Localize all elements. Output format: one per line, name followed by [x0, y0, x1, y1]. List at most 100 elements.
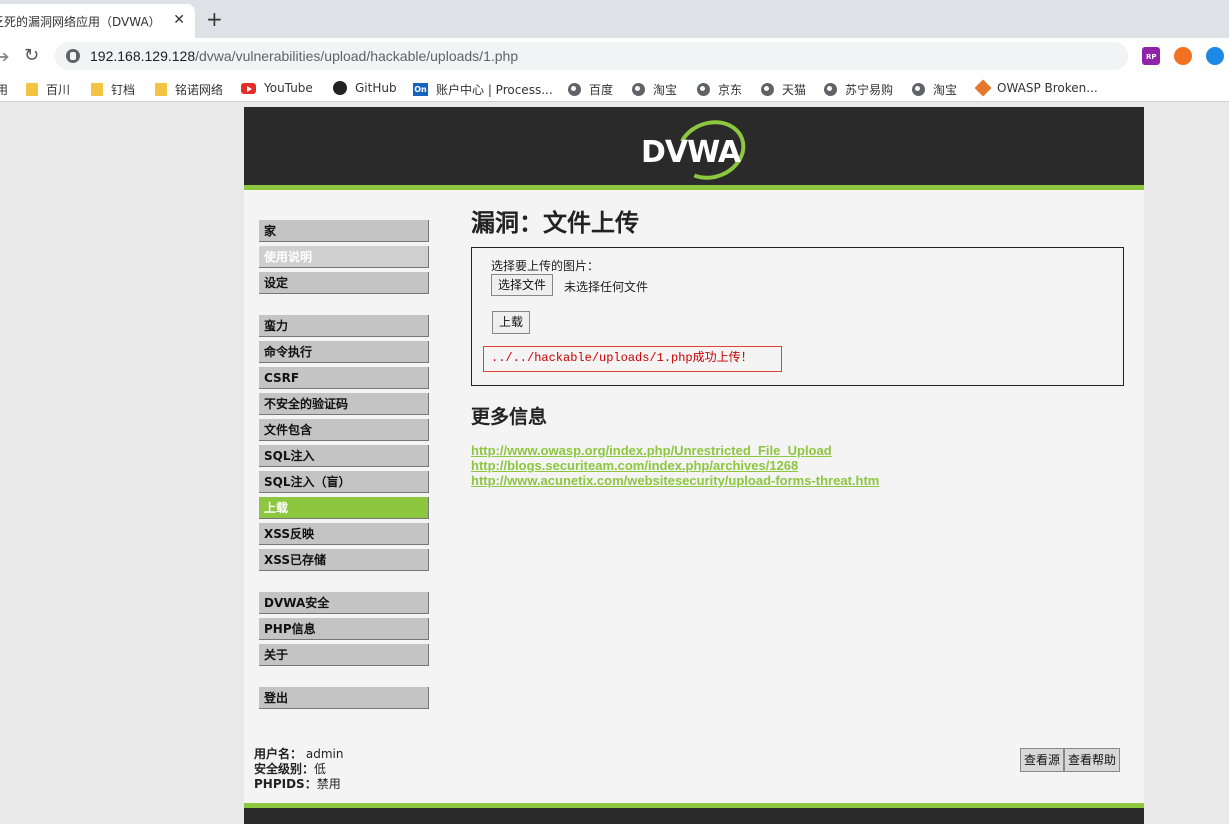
- github-icon: [333, 81, 347, 95]
- phpids-row: PHPIDS：禁用: [254, 777, 343, 792]
- main-content: 漏洞：文件上传 选择要上传的图片： 选择文件 未选择任何文件 上载 ../../…: [471, 203, 1124, 488]
- folder-icon: [26, 83, 38, 96]
- menu-upload[interactable]: 上载: [259, 497, 429, 519]
- url-text[interactable]: 192.168.129.128/dvwa/vulnerabilities/upl…: [90, 48, 518, 64]
- owasp-icon: [974, 79, 992, 97]
- extension-icon[interactable]: [1174, 47, 1192, 65]
- link-acunetix[interactable]: http://www.acunetix.com/websitesecurity/…: [471, 473, 879, 488]
- folder-icon: [91, 83, 103, 96]
- upload-label: 选择要上传的图片：: [491, 259, 600, 273]
- bookmark[interactable]: OWASP Broken...: [974, 79, 1098, 97]
- bookmark[interactable]: GitHub: [333, 81, 397, 95]
- file-status: 未选择任何文件: [564, 280, 649, 294]
- security-level-row: 安全级别：低: [254, 762, 343, 777]
- upload-message: ../../hackable/uploads/1.php成功上传！: [483, 346, 782, 372]
- menu-fi[interactable]: 文件包含: [259, 419, 429, 441]
- upload-form: 选择要上传的图片： 选择文件 未选择任何文件 上载 ../../hackable…: [471, 247, 1124, 386]
- bookmark[interactable]: On 账户中心 | Process...: [413, 81, 553, 98]
- upload-button[interactable]: 上载: [492, 311, 531, 334]
- bookmark[interactable]: 百度: [568, 81, 613, 98]
- menu-about[interactable]: 关于: [259, 644, 429, 666]
- bookmark-label: 淘宝: [933, 83, 958, 97]
- username-row: 用户名： admin: [254, 747, 343, 762]
- tab-title: 乏死的漏洞网络应用（DVWA）: [0, 14, 160, 29]
- rp-extension-icon[interactable]: [1142, 47, 1160, 65]
- view-source-button[interactable]: 查看源: [1020, 748, 1065, 772]
- tab-dvwa[interactable]: 乏死的漏洞网络应用（DVWA） ✕: [0, 4, 195, 38]
- reload-icon[interactable]: ↻: [24, 45, 39, 66]
- globe-icon: [632, 83, 645, 96]
- more-info-links: http://www.owasp.org/index.php/Unrestric…: [471, 443, 879, 488]
- bookmark-label: YouTube: [264, 81, 313, 95]
- menu-exec[interactable]: 命令执行: [259, 341, 429, 363]
- bookmark[interactable]: 淘宝: [912, 81, 957, 98]
- toolbar: ➔ ↻ 192.168.129.128/dvwa/vulnerabilities…: [0, 38, 1229, 76]
- bookmark-label: 京东: [718, 83, 743, 97]
- menu-setup[interactable]: 设定: [259, 272, 429, 294]
- url-host: 192.168.129.128: [90, 48, 196, 64]
- globe-icon: [697, 83, 710, 96]
- tab-bar: 乏死的漏洞网络应用（DVWA） ✕ +: [0, 0, 1229, 38]
- bookmark-label: 账户中心 | Process...: [436, 83, 553, 97]
- extension-icon[interactable]: [1206, 47, 1224, 65]
- security-level-label: 安全级别：: [254, 762, 315, 776]
- youtube-icon: [241, 82, 256, 94]
- menu-home[interactable]: 家: [259, 220, 429, 242]
- new-tab-icon[interactable]: +: [206, 9, 223, 29]
- bookmark[interactable]: 钉档: [91, 81, 135, 98]
- more-info-heading: 更多信息: [471, 406, 548, 428]
- bookmark-label: 用: [0, 83, 9, 97]
- bookmark-label: GitHub: [355, 81, 397, 95]
- bookmark[interactable]: 百川: [26, 81, 70, 98]
- security-level-value: 低: [314, 762, 327, 776]
- folder-icon: [155, 83, 167, 96]
- dvwa-logo: DVWA: [640, 110, 754, 190]
- globe-icon: [761, 83, 774, 96]
- phpids-value: 禁用: [316, 777, 341, 791]
- menu-instructions[interactable]: 使用说明: [259, 246, 429, 268]
- bookmark-label: 铭诺网络: [175, 83, 224, 97]
- globe-icon: [824, 83, 837, 96]
- menu-xss-r[interactable]: XSS反映: [259, 523, 429, 545]
- globe-icon: [568, 83, 581, 96]
- menu-sqli-blind[interactable]: SQL注入（盲）: [259, 471, 429, 493]
- bookmark-label: 百川: [46, 83, 71, 97]
- menu-logout[interactable]: 登出: [259, 687, 429, 709]
- info-icon[interactable]: [66, 49, 80, 63]
- bookmark[interactable]: 用: [0, 81, 8, 98]
- link-owasp[interactable]: http://www.owasp.org/index.php/Unrestric…: [471, 443, 879, 458]
- url-path: /dvwa/vulnerabilities/upload/hackable/up…: [195, 48, 519, 64]
- bookmark-label: 天猫: [782, 83, 807, 97]
- globe-icon: [912, 83, 925, 96]
- menu-xss-s[interactable]: XSS已存储: [259, 549, 429, 571]
- menu-brute[interactable]: 蛮力: [259, 315, 429, 337]
- menu-captcha[interactable]: 不安全的验证码: [259, 393, 429, 415]
- choose-file-button[interactable]: 选择文件: [491, 274, 554, 296]
- address-bar[interactable]: 192.168.129.128/dvwa/vulnerabilities/upl…: [55, 42, 1128, 70]
- page-title: 漏洞：文件上传: [471, 209, 639, 237]
- menu-csrf[interactable]: CSRF: [259, 367, 429, 389]
- logo-text: DVWA: [641, 135, 741, 170]
- menu-sqli[interactable]: SQL注入: [259, 445, 429, 467]
- menu-phpinfo[interactable]: PHP信息: [259, 618, 429, 640]
- view-help-button[interactable]: 查看帮助: [1064, 748, 1121, 772]
- bookmark-label: 钉档: [111, 83, 136, 97]
- bookmark[interactable]: 苏宁易购: [824, 81, 893, 98]
- bookmark[interactable]: YouTube: [241, 81, 313, 95]
- bookmark[interactable]: 铭诺网络: [155, 81, 223, 98]
- bookmark[interactable]: 淘宝: [632, 81, 677, 98]
- link-securiteam[interactable]: http://blogs.securiteam.com/index.php/ar…: [471, 458, 879, 473]
- bookmark-label: 百度: [589, 83, 614, 97]
- username-label: 用户名：: [254, 747, 303, 761]
- menu-security[interactable]: DVWA安全: [259, 592, 429, 614]
- header: DVWA: [244, 107, 1144, 190]
- close-icon[interactable]: ✕: [173, 12, 185, 28]
- phpids-label: PHPIDS：: [254, 777, 317, 791]
- bookmark[interactable]: 天猫: [761, 81, 806, 98]
- username-value: admin: [305, 747, 344, 761]
- forward-icon[interactable]: ➔: [0, 47, 9, 66]
- bookmark[interactable]: 京东: [697, 81, 742, 98]
- on-icon: On: [413, 83, 428, 96]
- bookmark-label: OWASP Broken...: [997, 81, 1098, 95]
- footer-buttons: 查看源 查看帮助: [1020, 748, 1121, 772]
